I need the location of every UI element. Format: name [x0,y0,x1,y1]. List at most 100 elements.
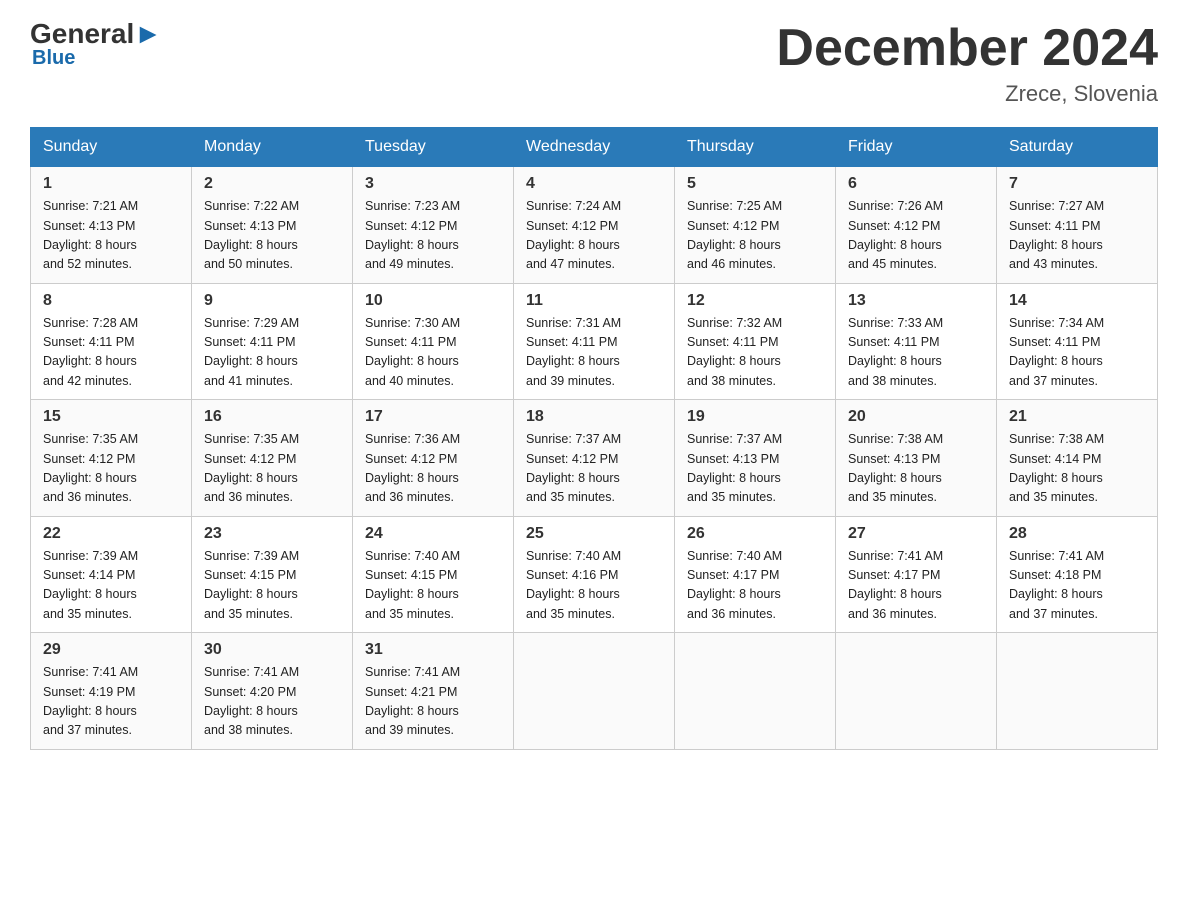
calendar-cell: 13 Sunrise: 7:33 AMSunset: 4:11 PMDayligh… [836,283,997,400]
calendar-cell: 16 Sunrise: 7:35 AMSunset: 4:12 PMDayligh… [192,400,353,517]
calendar-cell: 1Sunrise: 7:21 AMSunset: 4:13 PMDaylight… [31,167,192,284]
day-info: Sunrise: 7:37 AMSunset: 4:12 PMDaylight:… [526,430,662,508]
column-header-thursday: Thursday [675,128,836,167]
day-info: Sunrise: 7:38 AMSunset: 4:14 PMDaylight:… [1009,430,1145,508]
calendar-cell: 15 Sunrise: 7:35 AMSunset: 4:12 PMDayligh… [31,400,192,517]
day-number: 7 [1009,175,1145,193]
day-number: 9 [204,292,340,310]
day-number: 4 [526,175,662,193]
day-info: Sunrise: 7:21 AMSunset: 4:13 PMDaylight:… [43,197,179,275]
day-number: 28 [1009,525,1145,543]
day-info: Sunrise: 7:30 AMSunset: 4:11 PMDaylight:… [365,314,501,392]
column-header-saturday: Saturday [997,128,1158,167]
calendar-week-row: 8 Sunrise: 7:28 AMSunset: 4:11 PMDaylight… [31,283,1158,400]
calendar-cell: 30 Sunrise: 7:41 AMSunset: 4:20 PMDayligh… [192,633,353,750]
month-title: December 2024 [776,20,1158,77]
logo: General► Blue [30,20,162,68]
column-header-friday: Friday [836,128,997,167]
calendar-cell [514,633,675,750]
day-info: Sunrise: 7:41 AMSunset: 4:18 PMDaylight:… [1009,547,1145,625]
day-number: 25 [526,525,662,543]
calendar-cell: 2 Sunrise: 7:22 AMSunset: 4:13 PMDaylight… [192,167,353,284]
day-info: Sunrise: 7:29 AMSunset: 4:11 PMDaylight:… [204,314,340,392]
day-number: 31 [365,641,501,659]
day-info: Sunrise: 7:40 AMSunset: 4:17 PMDaylight:… [687,547,823,625]
day-info: Sunrise: 7:40 AMSunset: 4:15 PMDaylight:… [365,547,501,625]
day-number: 18 [526,408,662,426]
day-info: Sunrise: 7:23 AMSunset: 4:12 PMDaylight:… [365,197,501,275]
day-number: 23 [204,525,340,543]
day-number: 6 [848,175,984,193]
day-number: 8 [43,292,179,310]
day-number: 2 [204,175,340,193]
calendar-cell [997,633,1158,750]
calendar-cell: 29 Sunrise: 7:41 AMSunset: 4:19 PMDayligh… [31,633,192,750]
day-info: Sunrise: 7:41 AMSunset: 4:20 PMDaylight:… [204,663,340,741]
calendar-cell: 22 Sunrise: 7:39 AMSunset: 4:14 PMDayligh… [31,516,192,633]
day-number: 21 [1009,408,1145,426]
day-number: 20 [848,408,984,426]
calendar-cell: 9 Sunrise: 7:29 AMSunset: 4:11 PMDaylight… [192,283,353,400]
day-number: 14 [1009,292,1145,310]
title-section: December 2024 Zrece, Slovenia [776,20,1158,107]
day-number: 22 [43,525,179,543]
day-info: Sunrise: 7:41 AMSunset: 4:19 PMDaylight:… [43,663,179,741]
calendar-cell: 28 Sunrise: 7:41 AMSunset: 4:18 PMDayligh… [997,516,1158,633]
day-info: Sunrise: 7:41 AMSunset: 4:17 PMDaylight:… [848,547,984,625]
calendar-cell [836,633,997,750]
day-info: Sunrise: 7:35 AMSunset: 4:12 PMDaylight:… [204,430,340,508]
day-number: 30 [204,641,340,659]
day-info: Sunrise: 7:24 AMSunset: 4:12 PMDaylight:… [526,197,662,275]
day-number: 24 [365,525,501,543]
day-info: Sunrise: 7:22 AMSunset: 4:13 PMDaylight:… [204,197,340,275]
calendar-cell: 31Sunrise: 7:41 AMSunset: 4:21 PMDayligh… [353,633,514,750]
calendar-cell: 10 Sunrise: 7:30 AMSunset: 4:11 PMDayligh… [353,283,514,400]
calendar-cell: 3 Sunrise: 7:23 AMSunset: 4:12 PMDaylight… [353,167,514,284]
calendar-cell: 14 Sunrise: 7:34 AMSunset: 4:11 PMDayligh… [997,283,1158,400]
calendar-header-row: SundayMondayTuesdayWednesdayThursdayFrid… [31,128,1158,167]
day-number: 26 [687,525,823,543]
day-info: Sunrise: 7:32 AMSunset: 4:11 PMDaylight:… [687,314,823,392]
day-info: Sunrise: 7:31 AMSunset: 4:11 PMDaylight:… [526,314,662,392]
column-header-tuesday: Tuesday [353,128,514,167]
calendar-cell: 24 Sunrise: 7:40 AMSunset: 4:15 PMDayligh… [353,516,514,633]
day-info: Sunrise: 7:25 AMSunset: 4:12 PMDaylight:… [687,197,823,275]
day-number: 3 [365,175,501,193]
calendar-cell: 7 Sunrise: 7:27 AMSunset: 4:11 PMDaylight… [997,167,1158,284]
day-number: 12 [687,292,823,310]
calendar-cell: 26 Sunrise: 7:40 AMSunset: 4:17 PMDayligh… [675,516,836,633]
day-number: 17 [365,408,501,426]
column-header-monday: Monday [192,128,353,167]
day-number: 29 [43,641,179,659]
day-info: Sunrise: 7:39 AMSunset: 4:14 PMDaylight:… [43,547,179,625]
calendar-week-row: 22 Sunrise: 7:39 AMSunset: 4:14 PMDayligh… [31,516,1158,633]
calendar-cell: 18 Sunrise: 7:37 AMSunset: 4:12 PMDayligh… [514,400,675,517]
day-number: 11 [526,292,662,310]
day-number: 15 [43,408,179,426]
day-info: Sunrise: 7:28 AMSunset: 4:11 PMDaylight:… [43,314,179,392]
calendar-cell: 12 Sunrise: 7:32 AMSunset: 4:11 PMDayligh… [675,283,836,400]
calendar-week-row: 1Sunrise: 7:21 AMSunset: 4:13 PMDaylight… [31,167,1158,284]
calendar-cell: 11 Sunrise: 7:31 AMSunset: 4:11 PMDayligh… [514,283,675,400]
day-info: Sunrise: 7:34 AMSunset: 4:11 PMDaylight:… [1009,314,1145,392]
calendar-cell: 6Sunrise: 7:26 AMSunset: 4:12 PMDaylight… [836,167,997,284]
day-number: 19 [687,408,823,426]
day-info: Sunrise: 7:27 AMSunset: 4:11 PMDaylight:… [1009,197,1145,275]
day-number: 13 [848,292,984,310]
day-info: Sunrise: 7:35 AMSunset: 4:12 PMDaylight:… [43,430,179,508]
day-info: Sunrise: 7:39 AMSunset: 4:15 PMDaylight:… [204,547,340,625]
calendar-cell: 27Sunrise: 7:41 AMSunset: 4:17 PMDayligh… [836,516,997,633]
calendar-cell: 4 Sunrise: 7:24 AMSunset: 4:12 PMDaylight… [514,167,675,284]
day-info: Sunrise: 7:37 AMSunset: 4:13 PMDaylight:… [687,430,823,508]
calendar-cell: 23 Sunrise: 7:39 AMSunset: 4:15 PMDayligh… [192,516,353,633]
day-info: Sunrise: 7:33 AMSunset: 4:11 PMDaylight:… [848,314,984,392]
logo-general-text: General [30,20,134,48]
column-header-wednesday: Wednesday [514,128,675,167]
logo-blue-text: Blue [32,48,75,68]
calendar-week-row: 29 Sunrise: 7:41 AMSunset: 4:19 PMDayligh… [31,633,1158,750]
day-number: 10 [365,292,501,310]
column-header-sunday: Sunday [31,128,192,167]
day-number: 5 [687,175,823,193]
location-subtitle: Zrece, Slovenia [776,81,1158,107]
day-number: 16 [204,408,340,426]
